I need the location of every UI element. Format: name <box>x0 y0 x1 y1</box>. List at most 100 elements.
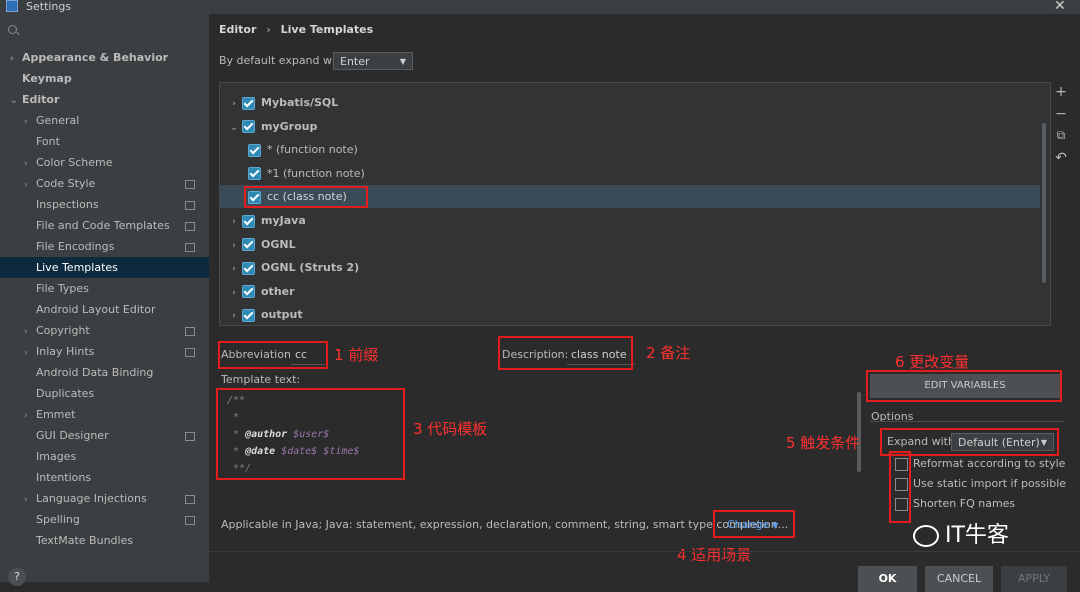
sidebar-item-label: Color Scheme <box>36 156 113 169</box>
sidebar-item-label: Emmet <box>36 408 76 421</box>
template-checkbox[interactable] <box>242 285 255 299</box>
template-label: other <box>261 284 295 298</box>
template-group[interactable]: ⌄ myGroup <box>220 115 1040 138</box>
annotation-1: 1 前缀 <box>334 346 379 364</box>
project-scope-icon <box>185 495 195 504</box>
template-group[interactable]: › OGNL <box>220 233 1040 256</box>
project-scope-icon <box>185 516 195 525</box>
template-group[interactable]: › myJava <box>220 209 1040 232</box>
template-checkbox[interactable] <box>242 96 255 110</box>
chevron-right-icon: › <box>24 327 28 337</box>
app-icon <box>6 0 18 12</box>
breadcrumb: Editor › Live Templates <box>219 23 373 36</box>
scrollbar[interactable] <box>1042 123 1046 283</box>
project-scope-icon <box>185 327 195 336</box>
template-label: output <box>261 308 303 322</box>
sidebar-item-label: Code Style <box>36 177 96 190</box>
copy-icon[interactable]: ⧉ <box>1054 128 1068 143</box>
annotation-box-5b <box>889 451 911 523</box>
option-reformat-label: Reformat according to style <box>913 457 1066 470</box>
chevron-right-icon[interactable]: › <box>226 211 242 234</box>
sidebar-item[interactable]: File and Code Templates <box>0 215 209 236</box>
chevron-right-icon[interactable]: › <box>226 235 242 258</box>
template-checkbox[interactable] <box>248 167 261 181</box>
chevron-right-icon: › <box>24 495 28 505</box>
template-group[interactable]: › output <box>220 303 1040 325</box>
template-label: myJava <box>261 214 306 227</box>
chevron-right-icon[interactable]: › <box>226 305 242 325</box>
sidebar-item[interactable]: Inspections <box>0 194 209 215</box>
sidebar-item-label: Duplicates <box>36 387 95 400</box>
sidebar-item[interactable]: Live Templates <box>0 257 209 278</box>
template-checkbox[interactable] <box>248 143 261 157</box>
sidebar-item[interactable]: Android Layout Editor <box>0 299 209 320</box>
sidebar-item-label: Editor <box>22 93 60 106</box>
sidebar-item[interactable]: TextMate Bundles <box>0 530 209 551</box>
template-group[interactable]: › OGNL (Struts 2) <box>220 256 1040 279</box>
sidebar-item-label: Font <box>36 135 60 148</box>
sidebar-item[interactable]: › Color Scheme <box>0 152 209 173</box>
template-checkbox[interactable] <box>242 308 255 322</box>
sidebar-item[interactable]: › Appearance & Behavior <box>0 47 209 68</box>
option-static-import-label: Use static import if possible <box>913 477 1067 490</box>
option-static-import[interactable]: Use static import if possible <box>895 474 1066 494</box>
sidebar-item[interactable]: Font <box>0 131 209 152</box>
sidebar-item-label: Android Data Binding <box>36 366 154 379</box>
chevron-down-icon: ⌄ <box>10 96 18 106</box>
sidebar-item[interactable]: Keymap <box>0 68 209 89</box>
sidebar-item[interactable]: File Types <box>0 278 209 299</box>
sidebar-item[interactable]: Duplicates <box>0 383 209 404</box>
template-checkbox[interactable] <box>242 214 255 228</box>
expand-with-select[interactable]: Enter ▼ <box>333 52 413 70</box>
apply-button[interactable]: APPLY <box>1001 566 1067 592</box>
sidebar-item[interactable]: ⌄ Editor <box>0 89 209 110</box>
project-scope-icon <box>185 432 195 441</box>
sidebar-item-label: Images <box>36 450 77 463</box>
template-group[interactable]: › Mybatis/SQL <box>220 91 1040 114</box>
template-label: OGNL <box>261 237 296 251</box>
template-label: *1 (function note) <box>267 166 365 180</box>
sidebar-item[interactable]: › Code Style <box>0 173 209 194</box>
sidebar-item-label: Copyright <box>36 324 90 337</box>
template-checkbox[interactable] <box>242 261 255 275</box>
cancel-button[interactable]: CANCEL <box>925 566 993 592</box>
sidebar-item[interactable]: File Encodings <box>0 236 209 257</box>
sidebar-item[interactable]: › Emmet <box>0 404 209 425</box>
sidebar-item[interactable]: › Copyright <box>0 320 209 341</box>
templates-tree: › Mybatis/SQL ⌄ myGroup * (function note) *1 … <box>219 82 1051 326</box>
sidebar-item-label: Intentions <box>36 471 92 484</box>
template-checkbox[interactable] <box>242 120 255 134</box>
template-item[interactable]: * (function note) <box>220 138 1040 161</box>
title-bar: Settings ✕ <box>0 0 1080 14</box>
chevron-right-icon[interactable]: › <box>226 93 242 116</box>
chevron-right-icon[interactable]: › <box>226 258 242 281</box>
chevron-down-icon[interactable]: ⌄ <box>226 117 242 140</box>
template-group[interactable]: › other <box>220 280 1040 303</box>
sidebar-item[interactable]: Intentions <box>0 467 209 488</box>
annotation-3: 3 代码模板 <box>413 420 488 438</box>
breadcrumb-editor[interactable]: Editor <box>219 23 256 36</box>
sidebar-item[interactable]: › General <box>0 110 209 131</box>
sidebar-item[interactable]: › Inlay Hints <box>0 341 209 362</box>
remove-icon[interactable]: − <box>1054 106 1068 122</box>
sidebar-item-label: File and Code Templates <box>36 219 170 232</box>
sidebar-item[interactable]: Images <box>0 446 209 467</box>
sidebar-item[interactable]: GUI Designer <box>0 425 209 446</box>
ok-button[interactable]: OK <box>858 566 917 592</box>
sidebar-item[interactable]: › Language Injections <box>0 488 209 509</box>
annotation-box-selected <box>244 186 368 209</box>
template-item[interactable]: *1 (function note) <box>220 162 1040 185</box>
option-shorten-fq[interactable]: Shorten FQ names <box>895 494 1015 514</box>
add-icon[interactable]: + <box>1054 84 1068 100</box>
search-icon[interactable] <box>8 25 17 34</box>
annotation-box-1 <box>218 341 328 369</box>
sidebar-item[interactable]: Spelling <box>0 509 209 530</box>
revert-icon[interactable]: ↶ <box>1054 150 1068 166</box>
annotation-6: 6 更改变量 <box>895 353 970 371</box>
help-button[interactable]: ? <box>8 568 26 586</box>
close-icon[interactable]: ✕ <box>1054 0 1066 14</box>
sidebar-item[interactable]: Android Data Binding <box>0 362 209 383</box>
chevron-right-icon[interactable]: › <box>226 282 242 305</box>
option-reformat[interactable]: Reformat according to style <box>895 454 1065 474</box>
template-checkbox[interactable] <box>242 238 255 252</box>
